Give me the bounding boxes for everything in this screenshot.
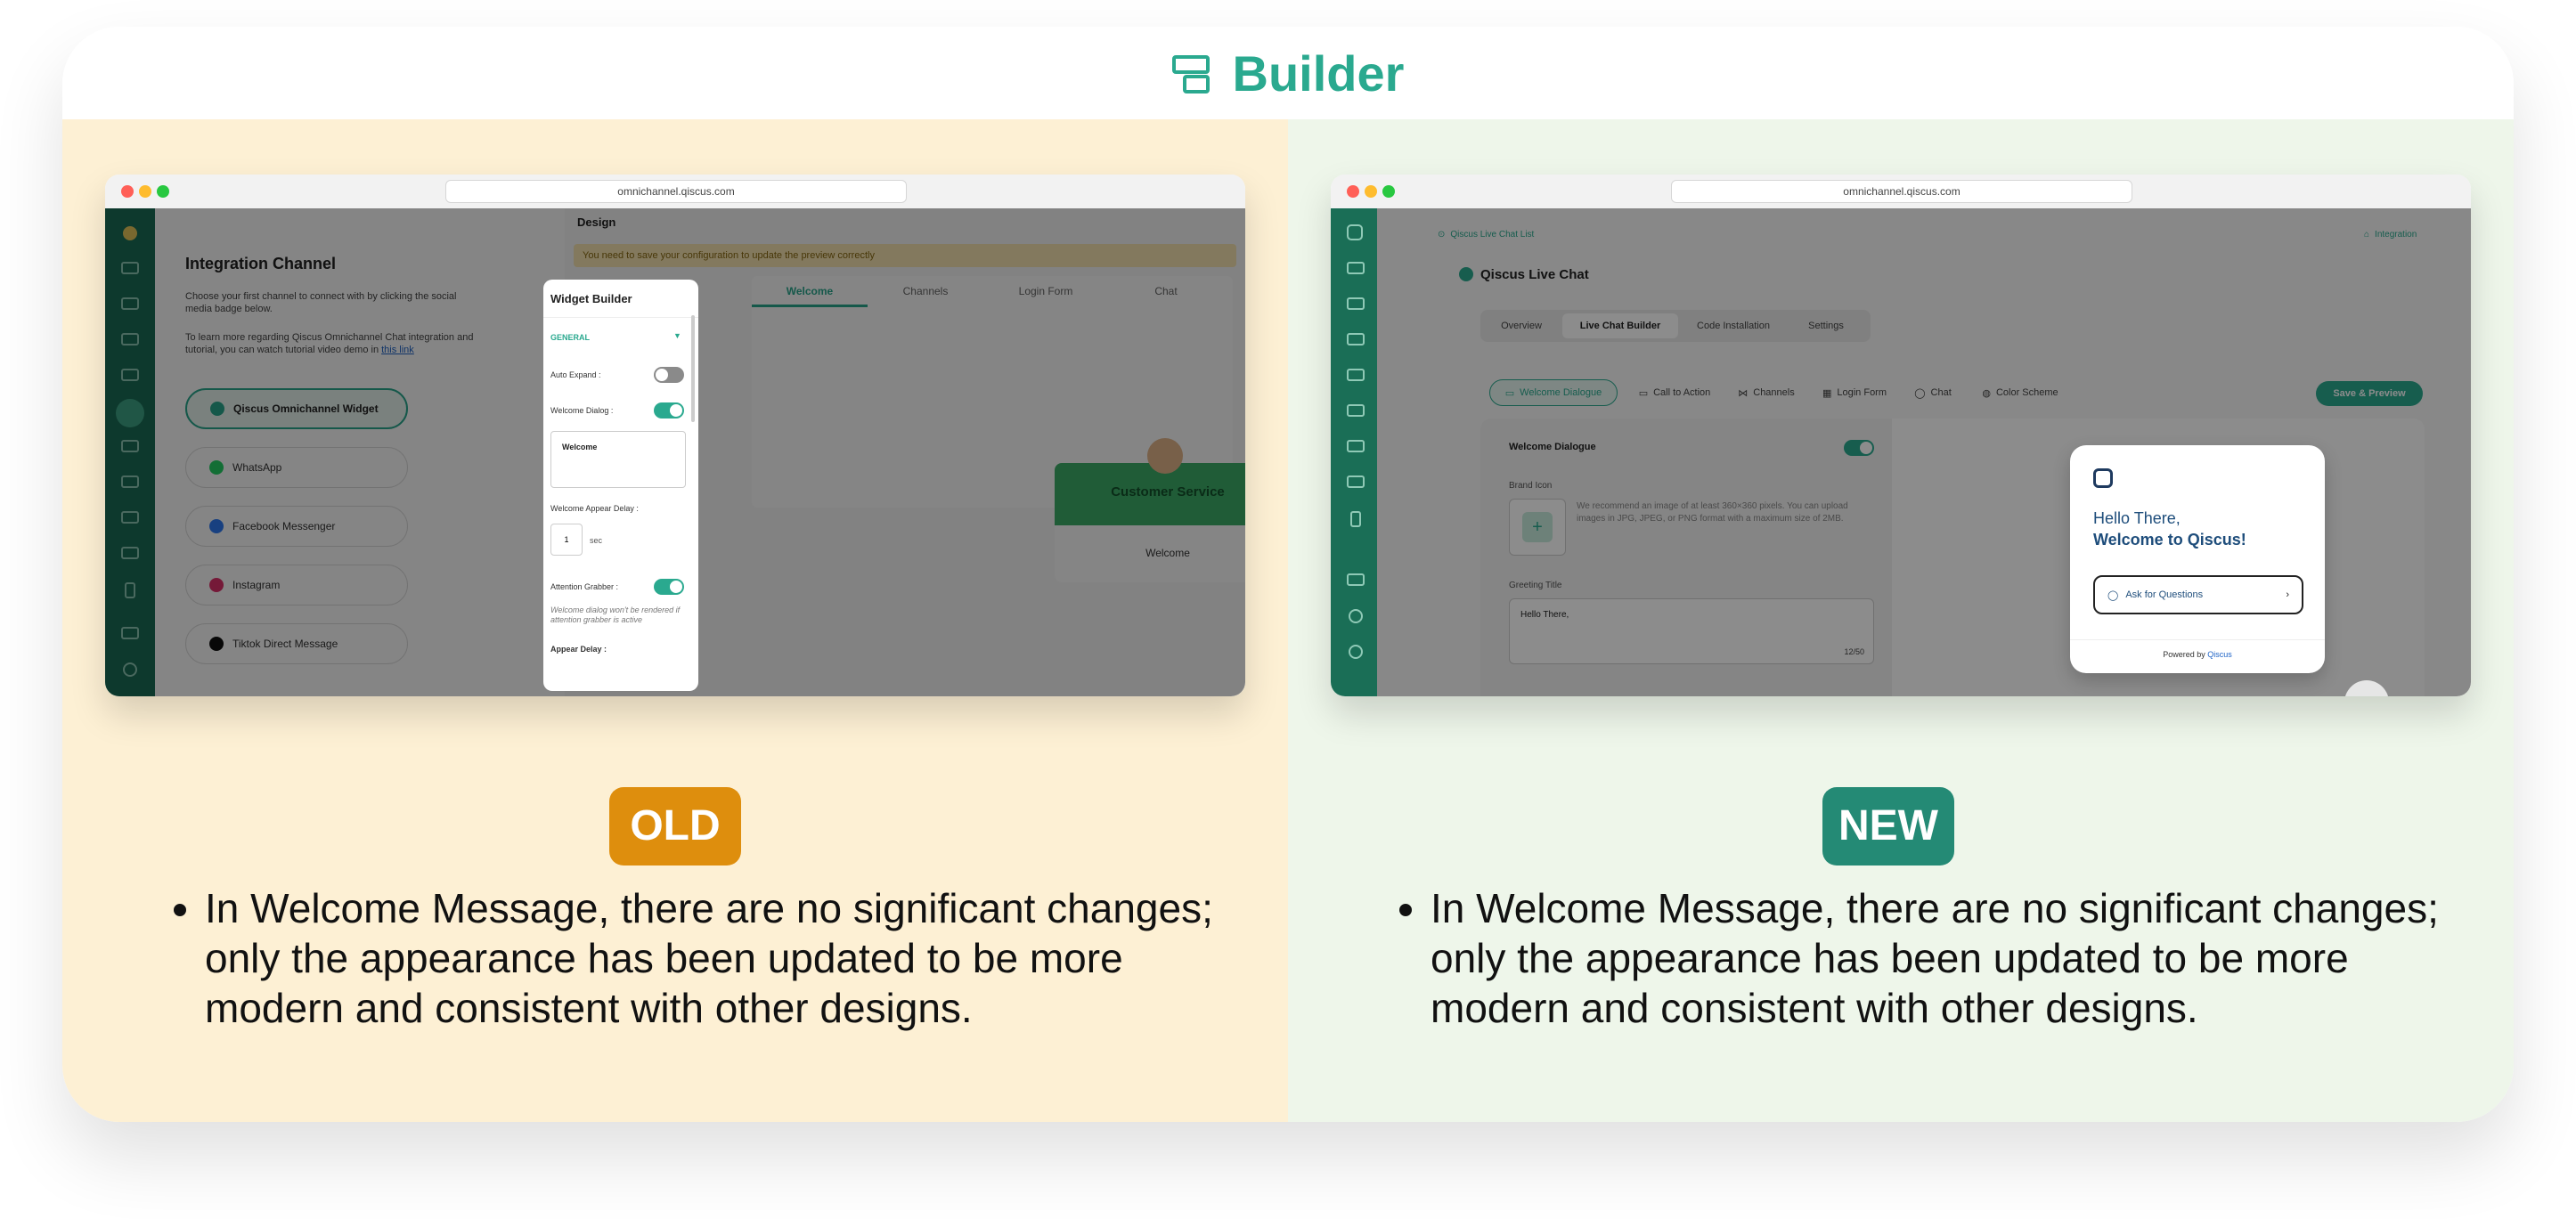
contacts-icon[interactable] — [1347, 333, 1365, 345]
chevron-right-icon: › — [2286, 589, 2289, 600]
maximize-dot-icon — [157, 185, 169, 198]
help-icon[interactable] — [1349, 609, 1363, 623]
maximize-dot-icon — [1382, 185, 1395, 198]
broadcast-icon[interactable] — [1347, 297, 1365, 310]
preview-hello: Hello There, — [2093, 509, 2181, 527]
main-area: ⊙ Qiscus Live Chat List ⌂ Integration Qisc… — [1377, 208, 2471, 696]
analytics-icon[interactable] — [1347, 369, 1365, 381]
new-screenshot: omnichannel.qiscus.com ⊙ Qiscus Live Cha… — [1331, 175, 2471, 696]
widget-builder-modal: Widget Builder GENERAL ▼ Auto Expand : W… — [543, 280, 698, 691]
new-note: In Welcome Message, there are no signifi… — [1431, 883, 2464, 1033]
header: Builder — [62, 27, 2514, 119]
close-dot-icon — [1347, 185, 1359, 198]
agent-icon[interactable] — [1347, 440, 1365, 452]
comparison-card: Builder omnichannel.qiscus.com Integrati… — [62, 27, 2514, 1122]
close-dot-icon — [121, 185, 134, 198]
mobile-icon[interactable] — [1350, 511, 1361, 527]
attention-grabber-label: Attention Grabber : — [550, 582, 619, 591]
url-bar[interactable]: omnichannel.qiscus.com — [445, 180, 907, 203]
old-notes: In Welcome Message, there are no signifi… — [159, 883, 1238, 1033]
sidebar — [1331, 208, 1377, 696]
widget-builder-title: Widget Builder — [550, 292, 632, 305]
old-screenshot: omnichannel.qiscus.com Integration Chann… — [105, 175, 1245, 696]
old-note: In Welcome Message, there are no signifi… — [205, 883, 1238, 1033]
browser-bar: omnichannel.qiscus.com — [1331, 175, 2471, 208]
divider — [2070, 639, 2325, 640]
sec-unit: sec — [590, 536, 603, 545]
welcome-preview-card: Hello There, Welcome to Qiscus! ◯ Ask fo… — [2070, 445, 2325, 673]
appear-delay-label-2: Appear Delay : — [550, 645, 607, 654]
preview-welcome: Welcome to Qiscus! — [2093, 531, 2246, 549]
auto-expand-toggle[interactable] — [654, 367, 684, 383]
layout-builder-icon — [1171, 55, 1210, 93]
url-bar[interactable]: omnichannel.qiscus.com — [1671, 180, 2132, 203]
book-icon[interactable] — [1347, 475, 1365, 488]
appear-delay-label: Welcome Appear Delay : — [550, 504, 639, 513]
logo-icon — [1347, 224, 1363, 240]
welcome-dialog-label: Welcome Dialog : — [550, 406, 614, 415]
chat-bubble-icon: ◯ — [2107, 589, 2119, 601]
chevron-down-icon[interactable]: ▼ — [673, 331, 681, 340]
welcome-text-field[interactable]: Welcome — [550, 431, 686, 488]
settings-icon[interactable] — [1347, 573, 1365, 586]
old-badge: OLD — [609, 787, 741, 865]
qiscus-logo-icon — [2093, 468, 2113, 488]
ask-questions-button[interactable]: ◯ Ask for Questions › — [2093, 575, 2303, 614]
browser-bar: omnichannel.qiscus.com — [105, 175, 1245, 208]
new-notes: In Welcome Message, there are no signifi… — [1384, 883, 2464, 1033]
new-panel: omnichannel.qiscus.com ⊙ Qiscus Live Cha… — [1288, 119, 2514, 1122]
powered-by: Powered by Qiscus — [2163, 650, 2232, 659]
minimize-dot-icon — [139, 185, 151, 198]
scrollbar[interactable] — [691, 315, 695, 422]
old-panel: omnichannel.qiscus.com Integration Chann… — [62, 119, 1288, 1122]
appear-delay-input[interactable]: 1 — [550, 524, 583, 556]
inbox-icon[interactable] — [1347, 262, 1365, 274]
divider — [543, 317, 698, 318]
new-app: ⊙ Qiscus Live Chat List ⌂ Integration Qisc… — [1331, 208, 2471, 696]
attention-grabber-toggle[interactable] — [654, 579, 684, 595]
old-app: Integration Channel Choose your first ch… — [105, 208, 1245, 696]
welcome-dialog-toggle[interactable] — [654, 402, 684, 419]
minimize-dot-icon — [1365, 185, 1377, 198]
new-badge: NEW — [1822, 787, 1954, 865]
page-title: Builder — [1232, 45, 1405, 102]
integration-icon[interactable] — [1347, 404, 1365, 417]
auto-expand-label: Auto Expand : — [550, 370, 601, 379]
avatar[interactable] — [1349, 645, 1363, 659]
attention-note: Welcome dialog won't be rendered if atte… — [550, 605, 681, 624]
section-general[interactable]: GENERAL — [550, 333, 590, 342]
